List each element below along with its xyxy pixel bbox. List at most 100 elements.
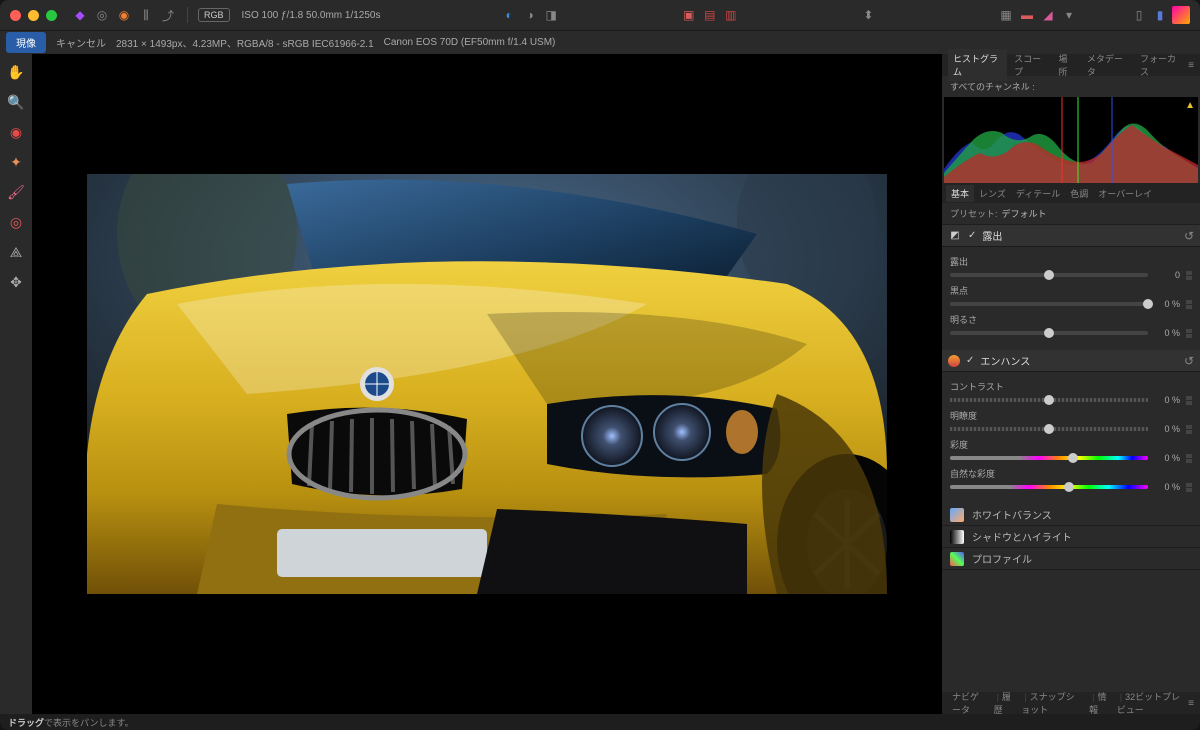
swatch-icon[interactable]: ◢ [1039, 6, 1057, 24]
slider-row: 明るさ0 % [950, 313, 1192, 338]
slider-stepper[interactable] [1186, 329, 1192, 338]
section-sh-header[interactable]: ◨ シャドウとハイライト [942, 526, 1200, 548]
sync-icon[interactable]: ⬍ [859, 6, 877, 24]
subtab-lens[interactable]: レンズ [974, 185, 1011, 202]
zoom-icon[interactable] [46, 10, 57, 21]
section-wb-header[interactable]: ◧ホワイトバランス [942, 504, 1200, 526]
slider-thumb[interactable] [1044, 424, 1054, 434]
bottom-panel-tabs: ナビゲータ 履歴 スナップショット 情報 32ビットプレビュー ≡ [942, 692, 1200, 714]
canvas-image [87, 174, 887, 594]
exposure-reset-icon[interactable]: ↺ [1184, 229, 1194, 243]
clip-shadows-icon[interactable]: ▣ [680, 6, 698, 24]
btab-snapshot[interactable]: スナップショット [1017, 688, 1085, 718]
panel-toggle-3-icon[interactable] [1172, 6, 1190, 24]
panel-toggle-1-icon[interactable]: ▯ [1130, 6, 1148, 24]
slider-thumb[interactable] [1068, 453, 1078, 463]
section-label: シャドウとハイライト [972, 529, 1072, 544]
camera-info: Canon EOS 70D (EF50mm f/1.4 USM) [384, 37, 556, 48]
btab-32bit[interactable]: 32ビットプレビュー [1113, 688, 1188, 718]
mirror-icon[interactable]: ◨ [542, 6, 560, 24]
slider-stepper[interactable] [1186, 425, 1192, 434]
slider-row: 自然な彩度0 % [950, 467, 1192, 492]
pf-icon: ▤ [950, 552, 964, 566]
slider-thumb[interactable] [1044, 328, 1054, 338]
compare-icon[interactable]: ◑ [521, 6, 539, 24]
slider-thumb[interactable] [1143, 299, 1153, 309]
exposure-check-icon[interactable]: ✓ [968, 230, 976, 241]
cancel-button[interactable]: キャンセル [56, 35, 106, 50]
right-panel: ヒストグラム スコープ 場所 メタデータ フォーカス ≡ すべてのチャンネル :… [942, 54, 1200, 714]
slider-thumb[interactable] [1044, 395, 1054, 405]
slider-stepper[interactable] [1186, 483, 1192, 492]
btab-info[interactable]: 情報 [1085, 688, 1113, 718]
left-toolbar: ✋ 🔍 ◉ ✦ 🖌 ◎ ⟁ ✥ [0, 54, 32, 714]
slider-track[interactable] [950, 302, 1148, 306]
persona-icon[interactable]: ◆ [71, 6, 89, 24]
histogram-channel-label[interactable]: すべてのチャンネル : [942, 76, 1200, 97]
slider-value: 0 % [1154, 299, 1180, 309]
slider-track[interactable] [950, 273, 1148, 277]
crop-tool-icon[interactable]: ⟁ [4, 240, 28, 264]
develop-button[interactable]: 現像 [6, 32, 46, 53]
enhance-check-icon[interactable]: ✓ [966, 355, 974, 366]
overlay-brush-icon[interactable]: 🖌 [4, 180, 28, 204]
slider-track[interactable] [950, 427, 1148, 431]
panel-menu-icon[interactable]: ≡ [1188, 60, 1194, 71]
section-enhance-header[interactable]: ✓ エンハンス ↺ [942, 350, 1200, 372]
right-panel-tabs: ヒストグラム スコープ 場所 メタデータ フォーカス ≡ [942, 54, 1200, 76]
exif-text: ISO 100 ƒ/1.8 50.0mm 1/1250s [242, 10, 381, 21]
subtab-basic[interactable]: 基本 [946, 185, 974, 202]
btab-history[interactable]: 履歴 [990, 688, 1018, 718]
slider-row: 彩度0 % [950, 438, 1192, 463]
canvas[interactable] [32, 54, 942, 714]
slider-value: 0 % [1154, 328, 1180, 338]
levels-icon[interactable]: ⫼ [137, 6, 155, 24]
slider-track[interactable] [950, 456, 1148, 460]
bottom-panel-menu-icon[interactable]: ≡ [1188, 698, 1194, 709]
subtab-detail[interactable]: ディテール [1011, 185, 1065, 202]
histogram: ▲ [944, 97, 1198, 183]
clip-tones-icon[interactable]: ▥ [722, 6, 740, 24]
zoom-tool-icon[interactable]: 🔍 [4, 90, 28, 114]
slider-track[interactable] [950, 398, 1148, 402]
btab-navigator[interactable]: ナビゲータ [948, 688, 990, 718]
rgb-badge: RGB [198, 8, 230, 22]
whitebalance-tool-icon[interactable]: ✥ [4, 270, 28, 294]
slider-track[interactable] [950, 485, 1148, 489]
slider-stepper[interactable] [1186, 271, 1192, 280]
sh-icon: ◨ [950, 530, 964, 544]
hand-tool-icon[interactable]: ✋ [4, 60, 28, 84]
slider-thumb[interactable] [1044, 270, 1054, 280]
slider-row: 露出0 [950, 255, 1192, 280]
subtab-overlay[interactable]: オーバーレイ [1093, 185, 1157, 202]
slider-track[interactable] [950, 331, 1148, 335]
overlay-gradient-icon[interactable]: ◎ [4, 210, 28, 234]
slider-thumb[interactable] [1064, 482, 1074, 492]
section-label: プロファイル [972, 551, 1032, 566]
blemish-tool-icon[interactable]: ✦ [4, 150, 28, 174]
minimize-icon[interactable] [28, 10, 39, 21]
slider-value: 0 [1154, 270, 1180, 280]
splitview-icon[interactable]: ◐ [500, 6, 518, 24]
dropdown-icon[interactable]: ▾ [1060, 6, 1078, 24]
close-icon[interactable] [10, 10, 21, 21]
highlight-icon[interactable]: ▬ [1018, 6, 1036, 24]
enhance-icon [948, 355, 960, 367]
preset-row[interactable]: プリセット: デフォルト [942, 203, 1200, 225]
clip-highlights-icon[interactable]: ▤ [701, 6, 719, 24]
slider-stepper[interactable] [1186, 454, 1192, 463]
enhance-reset-icon[interactable]: ↺ [1184, 354, 1194, 368]
section-pf-header[interactable]: ▤ プロファイル [942, 548, 1200, 570]
slider-stepper[interactable] [1186, 396, 1192, 405]
section-exposure-header[interactable]: ◩ ✓ 露出 ↺ [942, 225, 1200, 247]
panel-toggle-2-icon[interactable]: ▮ [1151, 6, 1169, 24]
share-icon[interactable]: ⤴ [159, 6, 177, 24]
lens-icon[interactable]: ◎ [93, 6, 111, 24]
slider-value: 0 % [1154, 395, 1180, 405]
slider-label: コントラスト [950, 380, 1192, 393]
slider-stepper[interactable] [1186, 300, 1192, 309]
subtab-tone[interactable]: 色調 [1065, 185, 1093, 202]
camera-profile-icon[interactable]: ◉ [115, 6, 133, 24]
redeye-tool-icon[interactable]: ◉ [4, 120, 28, 144]
grid-icon[interactable]: ▦ [997, 6, 1015, 24]
